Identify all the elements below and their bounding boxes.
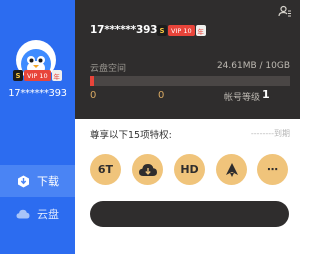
cloud-icon xyxy=(16,207,30,221)
account-panel: 17******393 S VIP 10 年 云盘空间 24.61MB / 10… xyxy=(75,0,300,119)
s-badge: S xyxy=(157,25,167,36)
privilege-label: HD xyxy=(180,163,199,176)
vip-badge-group: S VIP 10 年 xyxy=(157,25,206,36)
stat-value-2: 0 xyxy=(158,90,165,101)
cloud-download-icon[interactable] xyxy=(132,154,163,185)
storage-label: 云盘空间 xyxy=(90,64,127,74)
sidebar-item-label: 下载 xyxy=(37,175,59,188)
sidebar: S VIP 10 年 17******393 下载 云盘 xyxy=(0,0,75,254)
privilege-label: 6T xyxy=(97,163,114,176)
sidebar-item-download[interactable]: 下载 xyxy=(0,165,75,197)
6t-icon[interactable]: 6T xyxy=(90,154,121,185)
hd-icon[interactable]: HD xyxy=(174,154,205,185)
account-level-label: 帐号等级 xyxy=(224,93,261,103)
header-username: 17******393 xyxy=(90,24,158,36)
vip-badge-group: S VIP 10 年 xyxy=(13,70,62,81)
expire-date: --------到期 xyxy=(250,129,290,138)
user-settings-icon[interactable] xyxy=(278,3,292,17)
stat-value-1: 0 xyxy=(90,90,97,101)
storage-progress-fill xyxy=(90,76,94,86)
storage-value: 24.61MB / 10GB xyxy=(216,61,290,71)
vip-level-badge: VIP 10 xyxy=(24,70,51,81)
year-badge: 年 xyxy=(195,25,206,36)
action-button[interactable] xyxy=(90,201,289,227)
speedup-icon[interactable] xyxy=(216,154,247,185)
privileges-title: 尊享以下15项特权: xyxy=(90,130,172,141)
more-icon[interactable]: ⋯ xyxy=(257,154,288,185)
year-badge: 年 xyxy=(51,70,62,81)
sidebar-item-cloud[interactable]: 云盘 xyxy=(0,198,75,230)
s-badge: S xyxy=(13,70,23,81)
vip-level-badge: VIP 10 xyxy=(168,25,195,36)
privilege-label: ⋯ xyxy=(267,163,278,176)
download-icon xyxy=(16,174,30,188)
account-level-value: 1 xyxy=(262,88,270,101)
storage-progress-bar xyxy=(90,76,290,86)
sidebar-item-label: 云盘 xyxy=(37,208,59,221)
sidebar-username: 17******393 xyxy=(8,88,67,99)
